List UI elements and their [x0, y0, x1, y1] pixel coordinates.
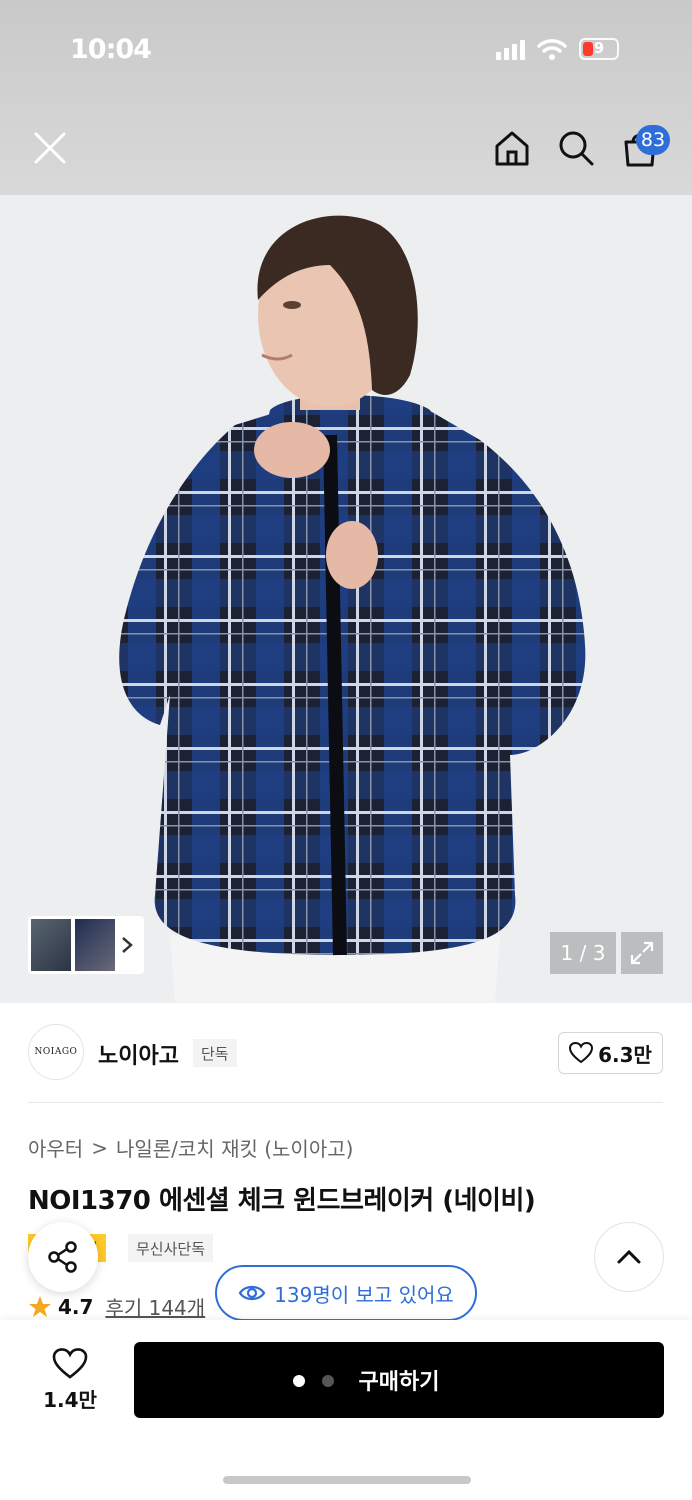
- thumbnail-image-1[interactable]: [31, 919, 71, 971]
- exclusive-tag: 단독: [193, 1039, 237, 1067]
- heart-icon: [569, 1042, 594, 1064]
- brand-name[interactable]: 노이아고: [98, 1038, 179, 1070]
- product-photo-illustration: [0, 195, 692, 1003]
- status-time: 10:04: [70, 34, 152, 65]
- breadcrumb-separator: >: [91, 1135, 108, 1160]
- breadcrumb: 아우터 > 나일론/코치 재킷 (노이아고): [28, 1133, 353, 1162]
- thumbnail-image-2[interactable]: [75, 919, 115, 971]
- buy-button[interactable]: 구매하기: [134, 1342, 664, 1418]
- buy-button-label: 구매하기: [358, 1370, 440, 1395]
- close-icon[interactable]: [26, 124, 74, 172]
- wifi-icon: [537, 39, 567, 60]
- brand-like-button[interactable]: 6.3만: [558, 1032, 663, 1074]
- viewers-text: 139명이 보고 있어요: [274, 1282, 454, 1307]
- breadcrumb-category[interactable]: 아우터: [28, 1133, 83, 1162]
- signal-icon: [496, 38, 525, 60]
- viewers-badge: 139명이 보고 있어요: [215, 1265, 477, 1321]
- loading-dots: [293, 1375, 334, 1387]
- musinsa-exclusive-tag: 무신사단독: [128, 1234, 214, 1262]
- home-indicator[interactable]: [223, 1476, 471, 1484]
- search-icon[interactable]: [552, 124, 600, 172]
- review-link[interactable]: 후기 144개: [105, 1292, 205, 1321]
- product-image[interactable]: [0, 195, 692, 1003]
- eye-icon: [238, 1285, 266, 1301]
- chevron-up-icon: [617, 1249, 641, 1264]
- favorite-button[interactable]: 1.4만: [30, 1342, 110, 1418]
- status-icons: 9: [496, 38, 619, 60]
- product-title: NOI1370 에센셜 체크 윈드브레이커 (네이비): [28, 1186, 536, 1216]
- favorite-count: 1.4만: [43, 1387, 97, 1412]
- image-pager: 1 / 3: [550, 932, 616, 974]
- battery-level: 9: [593, 39, 605, 57]
- breadcrumb-subcategory[interactable]: 나일론/코치 재킷 (노이아고): [116, 1133, 353, 1162]
- rating-score: 4.7: [58, 1294, 94, 1319]
- heart-icon: [52, 1347, 88, 1379]
- star-icon: [29, 1295, 51, 1317]
- share-icon: [48, 1241, 77, 1273]
- battery-icon: 9: [579, 38, 619, 60]
- divider: [28, 1102, 663, 1103]
- brand-like-count: 6.3만: [598, 1042, 652, 1067]
- rating-row: 4.7 후기 144개: [28, 1292, 205, 1321]
- brand-logo[interactable]: NOIAGO: [28, 1024, 84, 1080]
- thumbnail-strip[interactable]: [28, 916, 144, 974]
- chevron-right-icon: [122, 937, 133, 953]
- home-icon[interactable]: [488, 124, 536, 172]
- share-button[interactable]: [28, 1222, 98, 1292]
- expand-icon[interactable]: [621, 932, 663, 974]
- scroll-top-button[interactable]: [594, 1222, 664, 1292]
- cart-badge: 83: [636, 125, 670, 155]
